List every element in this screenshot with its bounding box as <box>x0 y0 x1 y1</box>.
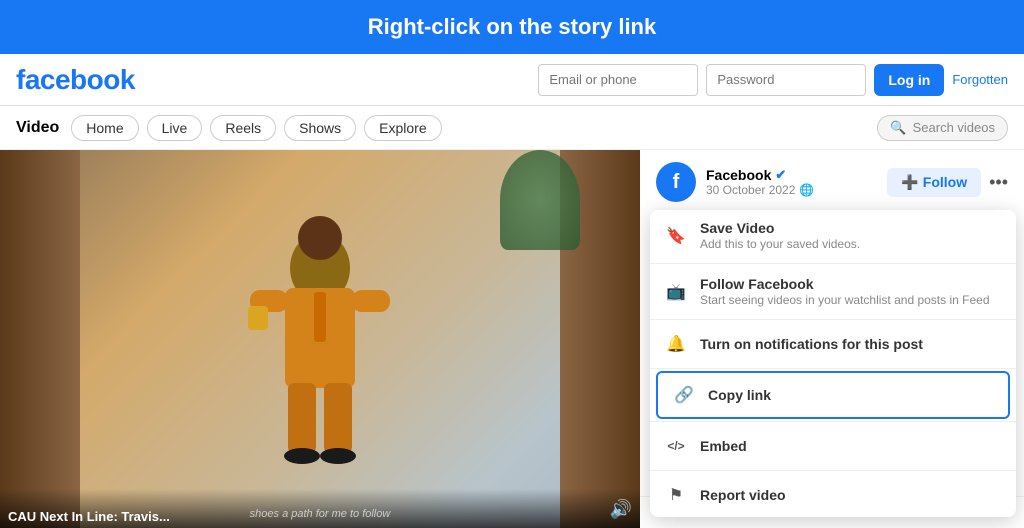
nav-pill-explore[interactable]: Explore <box>364 115 441 141</box>
search-placeholder: Search videos <box>913 120 995 135</box>
post-header: f Facebook ✔ 30 October 2022 🌐 ➕ Follow … <box>640 150 1024 210</box>
menu-divider-4 <box>650 421 1016 422</box>
video-section-label: Video <box>16 119 59 137</box>
right-panel: f Facebook ✔ 30 October 2022 🌐 ➕ Follow … <box>640 150 1024 528</box>
report-title: Report video <box>700 487 1002 503</box>
copy-link-content: Copy link <box>708 387 994 403</box>
follow-facebook-desc: Start seeing videos in your watchlist an… <box>700 293 1002 307</box>
nav-pill-shows[interactable]: Shows <box>284 115 356 141</box>
follow-facebook-content: Follow Facebook Start seeing videos in y… <box>700 276 1002 307</box>
embed-content: Embed <box>700 438 1002 454</box>
instruction-banner: Right-click on the story link <box>0 0 1024 54</box>
video-thumbnail <box>0 150 640 528</box>
post-date: 30 October 2022 🌐 <box>706 183 877 197</box>
video-caption: shoes a path for me to follow <box>250 508 391 520</box>
menu-item-save-video[interactable]: 🔖 Save Video Add this to your saved vide… <box>650 210 1016 261</box>
menu-divider-1 <box>650 263 1016 264</box>
follow-button[interactable]: ➕ Follow <box>887 168 981 197</box>
embed-title: Embed <box>700 438 1002 454</box>
notifications-icon: 🔔 <box>664 332 688 356</box>
nav-pill-home[interactable]: Home <box>71 115 138 141</box>
volume-icon[interactable]: 🔊 <box>610 499 632 520</box>
follow-label: Follow <box>923 174 967 190</box>
post-page-name: Facebook ✔ <box>706 167 877 183</box>
follow-facebook-title: Follow Facebook <box>700 276 1002 292</box>
follow-icon: ➕ <box>901 174 918 191</box>
facebook-logo: facebook <box>16 64 135 96</box>
report-icon: ⚑ <box>664 483 688 507</box>
save-video-content: Save Video Add this to your saved videos… <box>700 220 1002 251</box>
menu-divider-2 <box>650 319 1016 320</box>
more-options-button[interactable]: ••• <box>989 172 1008 193</box>
context-menu: ➤ 🔖 Save Video Add this to your saved vi… <box>650 210 1016 517</box>
facebook-navbar: facebook Log in Forgotten <box>0 54 1024 106</box>
notifications-content: Turn on notifications for this post <box>700 336 1002 352</box>
nav-pill-live[interactable]: Live <box>147 115 203 141</box>
password-input[interactable] <box>706 64 866 96</box>
menu-divider-5 <box>650 470 1016 471</box>
video-player[interactable]: CAU Next In Line: Travis... 🔊 shoes a pa… <box>0 150 640 528</box>
post-actions: ➕ Follow ••• <box>887 168 1008 197</box>
save-video-icon: 🔖 <box>664 224 688 248</box>
person-figure <box>220 208 420 488</box>
nav-pill-reels[interactable]: Reels <box>210 115 276 141</box>
report-content: Report video <box>700 487 1002 503</box>
menu-item-notifications[interactable]: 🔔 Turn on notifications for this post <box>650 322 1016 366</box>
page-avatar: f <box>656 162 696 202</box>
login-button[interactable]: Log in <box>874 64 944 96</box>
embed-icon: </> <box>664 434 688 458</box>
email-input[interactable] <box>538 64 698 96</box>
globe-icon: 🌐 <box>799 183 814 197</box>
copy-link-icon: 🔗 <box>672 383 696 407</box>
save-video-desc: Add this to your saved videos. <box>700 237 1002 251</box>
menu-divider-3 <box>650 368 1016 369</box>
menu-item-copy-link[interactable]: 🔗 Copy link <box>656 371 1010 419</box>
auth-section: Log in Forgotten <box>538 64 1008 96</box>
menu-item-report[interactable]: ⚑ Report video <box>650 473 1016 517</box>
page-name-text: Facebook <box>706 167 771 183</box>
copy-link-title: Copy link <box>708 387 994 403</box>
video-navbar: Video Home Live Reels Shows Explore 🔍 Se… <box>0 106 1024 150</box>
menu-item-follow-facebook[interactable]: 📺 Follow Facebook Start seeing videos in… <box>650 266 1016 317</box>
notifications-title: Turn on notifications for this post <box>700 336 1002 352</box>
main-content-area: CAU Next In Line: Travis... 🔊 shoes a pa… <box>0 150 1024 528</box>
save-video-title: Save Video <box>700 220 1002 236</box>
search-videos-box[interactable]: 🔍 Search videos <box>877 115 1008 141</box>
post-meta: Facebook ✔ 30 October 2022 🌐 <box>706 167 877 197</box>
forgotten-link[interactable]: Forgotten <box>952 72 1008 87</box>
verified-badge: ✔ <box>775 167 786 183</box>
search-icon: 🔍 <box>890 120 906 136</box>
plant-decoration <box>500 150 580 250</box>
curtain-left <box>0 150 80 528</box>
menu-item-embed[interactable]: </> Embed <box>650 424 1016 468</box>
follow-facebook-icon: 📺 <box>664 280 688 304</box>
post-date-text: 30 October 2022 <box>706 183 795 197</box>
banner-text: Right-click on the story link <box>368 14 656 39</box>
